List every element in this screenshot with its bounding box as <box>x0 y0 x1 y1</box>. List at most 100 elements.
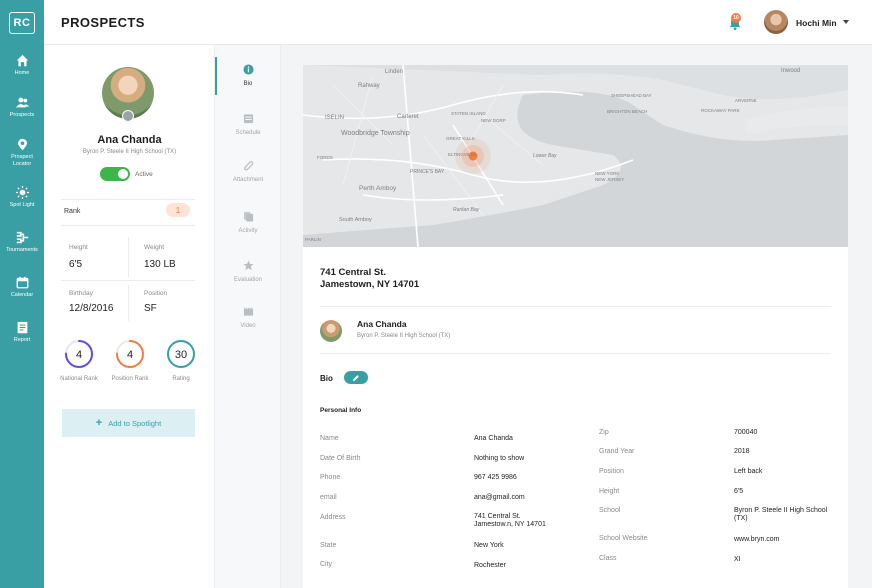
nav-item-home[interactable]: Home <box>0 54 44 77</box>
national-rank-label: National Rank <box>60 376 98 382</box>
field-address-value: 741 Central St. Jamestow.n, NY 14701 <box>474 513 546 528</box>
field-position-label: Position <box>599 468 624 475</box>
bio-name: Ana Chanda <box>357 319 407 329</box>
field-email-value: ana@gmail.com <box>474 494 525 501</box>
height-label: Height <box>69 244 88 251</box>
map-label: Linden <box>385 69 403 75</box>
field-school-value: Byron P. Steele II High School (TX) <box>734 507 828 522</box>
avatar-user-icon[interactable] <box>122 110 134 122</box>
national-rank-value: 4 <box>76 349 82 361</box>
status-label: Active <box>135 171 153 178</box>
field-class-label: Class <box>599 555 617 562</box>
divider <box>128 285 129 321</box>
field-state-value: New York <box>474 542 504 549</box>
map-label: SHEEPSHEAD BAY <box>611 93 652 98</box>
field-height-value: 6'5 <box>734 488 744 495</box>
map-label: Carteret <box>397 114 419 120</box>
video-icon <box>243 307 253 316</box>
location-map[interactable]: Linden Rahway Inwood ISELIN Carteret STA… <box>303 65 848 247</box>
home-icon <box>16 54 28 67</box>
field-phone-value: 967 425 9986 <box>474 474 517 481</box>
active-toggle[interactable] <box>100 167 130 181</box>
paperclip-icon <box>243 160 253 170</box>
map-label: South Amboy <box>339 217 372 223</box>
nav-item-report[interactable]: Report <box>0 321 44 344</box>
divider <box>61 199 195 200</box>
field-phone-label: Phone <box>320 474 341 481</box>
map-label: BRIGHTON BEACH <box>607 109 647 114</box>
nav-label: Prospect Locator <box>11 154 33 167</box>
rating-value: 30 <box>175 349 187 361</box>
app-logo[interactable]: RC <box>9 12 35 34</box>
tab-bio[interactable]: Bio <box>215 53 281 97</box>
add-to-spotlight-label: Add to Spotlight <box>108 418 162 428</box>
pencil-icon <box>353 374 359 381</box>
map-label: NEW DORP <box>481 118 506 123</box>
weight-label: Weight <box>144 244 165 251</box>
report-icon <box>17 321 27 334</box>
avatar <box>320 320 342 342</box>
map-label: NEW YORK <box>595 171 619 176</box>
calendar-icon <box>16 276 28 289</box>
birthday-value: 12/8/2016 <box>69 303 114 314</box>
star-icon <box>242 259 254 270</box>
edit-bio-button[interactable] <box>344 371 368 384</box>
nav-label: Tournaments <box>6 247 38 253</box>
rank-badge: 1 <box>166 203 190 217</box>
tab-attachment[interactable]: Attachment <box>215 149 281 193</box>
field-height-label: Height <box>599 488 620 495</box>
tab-label: Attachment <box>232 176 264 183</box>
divider <box>61 280 195 281</box>
rating-ring: 30 <box>167 340 195 368</box>
map-label: STATEN ISLAND <box>451 111 486 116</box>
map-label: Raritan Bay <box>453 207 480 213</box>
tab-schedule[interactable]: Schedule <box>215 102 281 146</box>
field-class-value: XI <box>734 556 741 563</box>
add-to-spotlight-button[interactable]: + Add to Spotlight <box>62 409 195 437</box>
spotlight-icon <box>15 186 29 199</box>
profile-school: Byron P. Steele II High School (TX) <box>82 149 177 155</box>
field-school-website-value[interactable]: www.bryn.com <box>734 536 780 544</box>
map-pin-icon <box>17 138 27 151</box>
detail-area: Linden Rahway Inwood ISELIN Carteret STA… <box>281 45 872 588</box>
tab-video[interactable]: Video <box>215 295 281 339</box>
user-avatar[interactable] <box>764 10 788 34</box>
map-label: FORDS <box>317 155 333 160</box>
nav-item-tournaments[interactable]: Tournaments <box>0 231 44 254</box>
user-name[interactable]: Hochi Min <box>796 18 837 28</box>
profile-panel: Ana Chanda Byron P. Steele II High Schoo… <box>44 45 215 588</box>
field-school-website-label: School Website <box>599 535 648 542</box>
map-label: PRINCE'S BAY <box>410 169 445 175</box>
map-label: Perth Amboy <box>359 185 397 192</box>
tab-evaluation[interactable]: Evaluation <box>215 249 281 293</box>
map-label: Inwood <box>781 68 800 74</box>
nav-item-calendar[interactable]: Calendar <box>0 276 44 299</box>
toggle-knob <box>118 169 128 179</box>
divider <box>128 237 129 277</box>
nav-label: Spot Light <box>9 202 35 208</box>
field-city-value: Rochester <box>474 562 506 569</box>
address-line2: Jamestown, NY 14701 <box>320 279 420 290</box>
tab-label: Activity <box>238 227 258 234</box>
page-title: PROSPECTS <box>61 15 145 30</box>
plus-icon: + <box>95 417 103 429</box>
field-state-label: State <box>320 542 337 549</box>
notification-badge: 10 <box>731 13 741 23</box>
divider <box>320 353 831 354</box>
map-label: ARVERNE <box>735 98 757 103</box>
tab-activity[interactable]: Activity <box>215 200 281 244</box>
nav-item-prospect-locator[interactable]: Prospect Locator <box>0 138 44 167</box>
position-rank-ring: 4 <box>116 340 144 368</box>
weight-value: 130 LB <box>144 259 176 270</box>
map-label: Woodbridge Township <box>341 130 410 137</box>
nav-item-spotlight[interactable]: Spot Light <box>0 186 44 209</box>
tab-label: Evaluation <box>233 276 263 283</box>
profile-name: Ana Chanda <box>97 134 162 146</box>
field-school-label: School <box>599 507 621 514</box>
chevron-down-icon[interactable] <box>843 20 849 24</box>
bio-heading: Bio <box>320 374 333 383</box>
info-icon <box>242 63 254 75</box>
nav-item-prospects[interactable]: Prospects <box>0 96 44 119</box>
divider <box>320 306 831 307</box>
map-label: Lower Bay <box>533 153 557 159</box>
